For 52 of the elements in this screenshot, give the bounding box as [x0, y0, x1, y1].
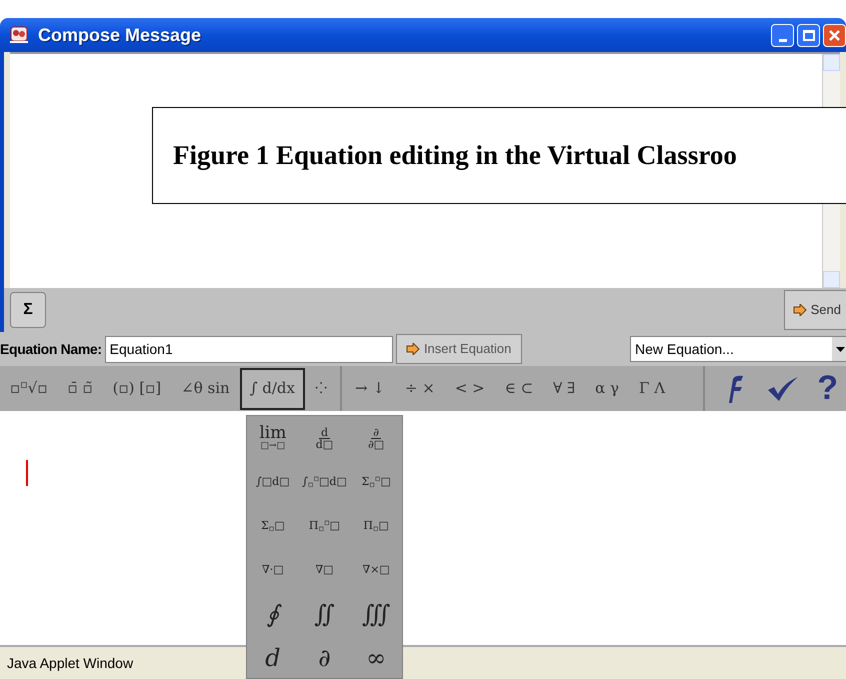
template-option[interactable]: ∫□d□ [256, 474, 290, 490]
template-option[interactable]: Σ$_{▫}$$^{▫}$□ [361, 474, 391, 490]
equation-name-field[interactable]: Equation1 [104, 336, 393, 362]
template-option[interactable]: Σ$_{▫}$□ [260, 518, 285, 534]
dropdown-arrow-icon [836, 346, 845, 352]
template-option[interactable]: ∇×□ [362, 562, 390, 578]
palette-button[interactable]: ÷ × [394, 368, 445, 410]
arrow-icon [406, 343, 420, 355]
status-text: Java Applet Window [7, 654, 134, 673]
template-option[interactable]: ∞ [366, 646, 386, 670]
template-option[interactable]: ∮ [266, 602, 280, 626]
template-option[interactable]: ∫$_{▫}$$^{▫}$□d□ [302, 474, 347, 490]
template-option[interactable]: ∬ [314, 602, 335, 626]
minimize-button[interactable] [771, 24, 794, 46]
palette-button[interactable]: ▫̄ ▫̃ [58, 368, 103, 410]
palette-button[interactable]: ⁘ [305, 368, 337, 410]
palette-button[interactable]: < > [444, 368, 495, 410]
equation-dropdown[interactable]: New Equation... [630, 336, 846, 362]
palette-button[interactable]: Γ Λ [629, 368, 676, 410]
arrow-icon [792, 304, 807, 316]
close-button[interactable] [823, 24, 846, 46]
template-option[interactable]: ∂ [318, 646, 331, 670]
palette-button[interactable]: → ↓ [345, 368, 395, 410]
help-button[interactable]: ? [817, 363, 838, 414]
palette-button[interactable]: ∀ ∃ [543, 368, 586, 410]
text-cursor [26, 460, 28, 486]
template-option[interactable]: d [265, 646, 281, 670]
palette-button[interactable]: ∫ d/dx [240, 368, 305, 410]
template-option[interactable]: ∭ [362, 602, 390, 626]
figure-caption: Figure 1 Equation editing in the Virtual Classroo [173, 139, 737, 172]
window-title: Compose Message [38, 24, 202, 47]
equation-name-label: Equation Name: [0, 340, 102, 359]
palette-button[interactable]: ▫$^{▫}$√▫ [0, 368, 58, 410]
insert-equation-button[interactable]: Insert Equation [396, 334, 522, 364]
template-option[interactable]: Π$_{▫}$$^{▫}$□ [308, 518, 340, 534]
palette-button[interactable]: (▫) [▫] [102, 368, 172, 410]
template-option[interactable]: lim □→□ [259, 425, 286, 451]
send-button[interactable]: Send [784, 290, 846, 330]
maximize-button[interactable] [797, 24, 820, 46]
checkmark-icon[interactable] [767, 376, 800, 402]
close-icon [828, 28, 841, 42]
palette-button[interactable]: ∈ ⊂ [494, 368, 544, 410]
palette-button[interactable]: α γ [585, 368, 630, 410]
dropdown-value: New Equation... [634, 340, 735, 359]
template-option[interactable]: ∂ ∂□ [368, 426, 384, 450]
template-option[interactable]: d d□ [316, 426, 334, 450]
equation-button[interactable]: Σ [10, 292, 46, 328]
app-icon [8, 25, 30, 45]
template-option[interactable]: Π$_{▫}$□ [363, 518, 389, 534]
palette-button[interactable]: ∠θ sin [171, 368, 240, 410]
template-option[interactable]: ∇·□ [262, 562, 284, 578]
template-option[interactable]: ∇□ [315, 562, 334, 578]
